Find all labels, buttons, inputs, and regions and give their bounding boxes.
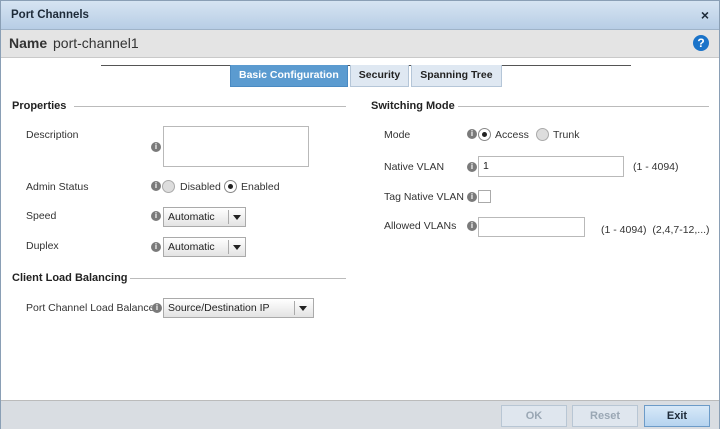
admin-status-disabled-label: Disabled (180, 181, 221, 193)
speed-select[interactable]: Automatic (163, 207, 246, 227)
speed-select-value: Automatic (168, 211, 215, 223)
native-vlan-field[interactable]: 1 (478, 156, 624, 177)
info-icon: i (467, 162, 477, 172)
help-icon[interactable]: ? (693, 35, 709, 51)
native-vlan-range: (1 - 4094) (633, 161, 679, 173)
info-icon: i (151, 142, 161, 152)
client-load-balancing-heading: Client Load Balancing (12, 272, 128, 284)
switching-mode-rule (458, 106, 709, 107)
chevron-down-icon (233, 245, 241, 250)
allowed-vlans-range: (1 - 4094) (2,4,7-12,...) (601, 224, 710, 236)
description-field[interactable] (163, 126, 309, 167)
info-icon: i (151, 211, 161, 221)
info-icon: i (467, 129, 477, 139)
info-icon: i (151, 181, 161, 191)
load-balance-select[interactable]: Source/Destination IP (163, 298, 314, 318)
admin-status-enabled-radio[interactable] (224, 180, 237, 193)
allowed-vlans-label: Allowed VLANs (384, 220, 457, 232)
tab-spanning-tree[interactable]: Spanning Tree (411, 65, 502, 87)
window-title: Port Channels (11, 9, 89, 21)
info-icon: i (467, 192, 477, 202)
tag-native-vlan-label: Tag Native VLAN (384, 191, 464, 203)
chevron-down-icon (299, 306, 307, 311)
mode-access-label: Access (495, 129, 529, 141)
mode-trunk-radio[interactable] (536, 128, 549, 141)
client-load-balancing-rule (130, 278, 346, 279)
speed-label: Speed (26, 210, 57, 222)
exit-button[interactable]: Exit (644, 405, 710, 427)
info-icon: i (151, 242, 161, 252)
tag-native-vlan-checkbox[interactable] (478, 190, 491, 203)
mode-trunk-label: Trunk (553, 129, 580, 141)
admin-status-disabled-radio[interactable] (162, 180, 175, 193)
admin-status-label: Admin Status (26, 181, 89, 193)
allowed-vlans-field[interactable] (478, 217, 585, 237)
chevron-down-icon (233, 215, 241, 220)
switching-mode-heading: Switching Mode (371, 100, 455, 112)
duplex-label: Duplex (26, 240, 59, 252)
info-icon: i (467, 221, 477, 231)
properties-heading: Properties (12, 100, 67, 112)
port-channels-dialog: Port Channels × Name port-channel1 ? Bas… (0, 0, 720, 429)
ok-button[interactable]: OK (501, 405, 567, 427)
name-bar: Name port-channel1 ? (1, 30, 719, 58)
footer-bar: OK Reset Exit (1, 400, 719, 429)
tab-bar: Basic Configuration Security Spanning Tr… (230, 65, 504, 87)
reset-button[interactable]: Reset (572, 405, 638, 427)
name-label: Name (9, 35, 48, 51)
info-icon: i (152, 303, 162, 313)
close-icon[interactable]: × (701, 7, 709, 23)
mode-access-radio[interactable] (478, 128, 491, 141)
tab-security[interactable]: Security (349, 65, 410, 87)
mode-label: Mode (384, 129, 411, 141)
admin-status-enabled-label: Enabled (241, 181, 280, 193)
properties-rule (74, 106, 346, 107)
load-balance-select-value: Source/Destination IP (168, 302, 270, 314)
description-label: Description (26, 129, 79, 141)
title-bar: Port Channels × (1, 1, 719, 30)
load-balance-label: Port Channel Load Balance (26, 302, 155, 314)
duplex-select[interactable]: Automatic (163, 237, 246, 257)
native-vlan-label: Native VLAN (384, 161, 445, 173)
duplex-select-value: Automatic (168, 241, 215, 253)
name-value: port-channel1 (53, 35, 139, 51)
tab-basic-configuration[interactable]: Basic Configuration (230, 65, 348, 87)
